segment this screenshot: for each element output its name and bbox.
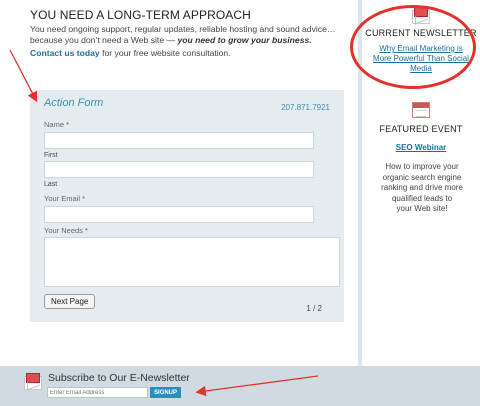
- required-marker: *: [82, 194, 86, 203]
- contact-us-link[interactable]: Contact us today: [30, 48, 100, 58]
- required-marker: *: [66, 120, 70, 129]
- intro-text: You need ongoing support, regular update…: [30, 24, 350, 46]
- intro-line-2: because you don’t need a Web site —: [30, 35, 178, 45]
- event-description: How to improve your organic search engin…: [374, 162, 470, 215]
- needs-label-text: Your Needs: [44, 226, 83, 235]
- contact-suffix: for your free website consultation.: [99, 48, 231, 58]
- newsletter-highlight-circle: [350, 5, 476, 89]
- needs-textarea[interactable]: [44, 237, 340, 287]
- action-form: Action Form 207.871.7921 Name * First La…: [30, 90, 344, 322]
- event-heading: FEATURED EVENT: [379, 124, 463, 134]
- main-content: YOU NEED A LONG-TERM APPROACH You need o…: [0, 0, 358, 366]
- footer-title: Subscribe to Our E-Newsletter: [48, 372, 190, 384]
- envelope-icon: [24, 373, 42, 390]
- calendar-icon: [412, 102, 430, 118]
- event-desc-line: ranking and drive more: [381, 183, 463, 192]
- newsletter-signup-bar: Subscribe to Our E-Newsletter SIGNUP: [0, 366, 480, 406]
- event-desc-line: qualified leads to: [391, 193, 453, 203]
- next-page-button[interactable]: Next Page: [44, 294, 96, 309]
- email-field[interactable]: [44, 206, 314, 223]
- email-label: Your Email *: [44, 194, 85, 203]
- required-marker: *: [85, 226, 88, 235]
- form-pager: 1 / 2: [306, 304, 322, 313]
- form-title: Action Form: [44, 97, 104, 109]
- event-desc-line: your Web site!: [396, 204, 448, 213]
- event-desc-line: How to improve your: [385, 162, 459, 171]
- intro-emphasis: you need to grow your business.: [177, 35, 312, 45]
- last-name-field[interactable]: [44, 161, 314, 178]
- needs-label: Your Needs *: [44, 226, 88, 235]
- name-label-text: Name: [44, 120, 65, 129]
- footer-email-input[interactable]: [47, 387, 148, 398]
- signup-button[interactable]: SIGNUP: [150, 387, 181, 398]
- last-label: Last: [44, 181, 58, 188]
- event-desc-line: organic search engine: [382, 172, 462, 182]
- form-phone: 207.871.7921: [281, 103, 330, 112]
- contact-line: Contact us today for your free website c…: [30, 48, 231, 58]
- name-label: Name *: [44, 120, 69, 129]
- event-link[interactable]: SEO Webinar: [370, 143, 472, 152]
- page-headline: YOU NEED A LONG-TERM APPROACH: [30, 8, 251, 22]
- intro-line-1: You need ongoing support, regular update…: [30, 24, 336, 34]
- first-label: First: [44, 152, 58, 159]
- first-name-field[interactable]: [44, 132, 314, 149]
- email-label-text: Your Email: [44, 194, 80, 203]
